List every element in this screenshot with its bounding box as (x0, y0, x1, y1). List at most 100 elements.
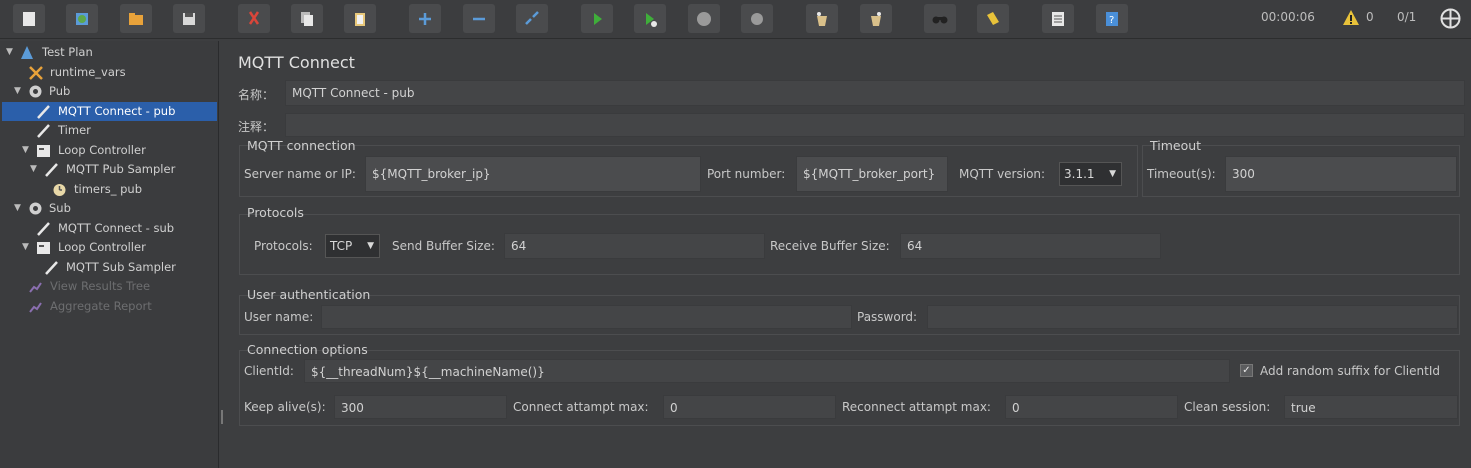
listener-chart-icon (29, 302, 42, 313)
server-field[interactable]: ${MQTT_broker_ip} (365, 156, 701, 192)
remote-globe-icon[interactable] (1440, 8, 1461, 29)
connection-options-title: Connection options (247, 342, 368, 357)
elapsed-time: 00:00:06 (1261, 10, 1315, 24)
reconnect-attempt-max-field[interactable]: 0 (1005, 395, 1178, 419)
clean-session-field[interactable]: true (1284, 395, 1458, 419)
chevron-down-icon: ▼ (367, 241, 374, 251)
tree-node-sub[interactable]: ▼ Sub (0, 199, 218, 218)
password-label: Password: (857, 310, 918, 324)
save-button[interactable] (173, 4, 205, 33)
tree-node-runtime-vars[interactable]: runtime_vars (0, 63, 218, 82)
tree-node-test-plan[interactable]: ▼ Test Plan (0, 43, 218, 62)
clientid-label: ClientId: (244, 364, 294, 378)
search-button[interactable] (924, 4, 956, 33)
open-button[interactable] (120, 4, 152, 33)
clean-session-label: Clean session: (1184, 400, 1271, 414)
reset-search-icon (987, 11, 999, 25)
toggle-button[interactable] (516, 4, 548, 33)
sampler-pen-icon (45, 163, 58, 177)
paste-button[interactable] (344, 4, 376, 33)
tree-node-mqtt-sub-sampler[interactable]: MQTT Sub Sampler (0, 258, 218, 277)
expand-arrow-icon[interactable]: ▼ (14, 82, 21, 101)
warning-icon[interactable] (1342, 9, 1360, 26)
keepalive-field[interactable]: 300 (334, 395, 507, 419)
clear-all-button[interactable] (860, 4, 892, 33)
tree-node-loop-controller-2[interactable]: ▼ Loop Controller (0, 238, 218, 257)
shutdown-button[interactable] (741, 4, 773, 33)
mqtt-connect-panel: MQTT Connect 名称： MQTT Connect - pub 注释： … (222, 41, 1471, 468)
timeout-field[interactable]: 300 (1225, 156, 1457, 192)
shutdown-icon (751, 12, 763, 25)
reset-search-button[interactable] (977, 4, 1009, 33)
clientid-field[interactable]: ${__threadNum}${__machineName()} (304, 359, 1230, 383)
tree-node-pub[interactable]: ▼ Pub (0, 82, 218, 101)
reconnect-attempt-max-label: Reconnect attampt max: (842, 400, 991, 414)
username-label: User name: (244, 310, 314, 324)
cut-button[interactable] (238, 4, 270, 33)
tree-node-timer[interactable]: Timer (0, 121, 218, 140)
search-icon (932, 16, 948, 23)
start-button[interactable] (581, 4, 613, 33)
expand-arrow-icon[interactable]: ▼ (22, 141, 29, 160)
copy-icon (301, 11, 313, 26)
protocols-title: Protocols (247, 205, 304, 220)
page-title: MQTT Connect (238, 53, 355, 72)
receive-buffer-field[interactable]: 64 (900, 233, 1161, 259)
test-plan-icon (21, 46, 33, 59)
tree-node-mqtt-connect-pub[interactable]: MQTT Connect - pub (2, 102, 217, 121)
thread-count: 0/1 (1397, 10, 1417, 24)
clear-all-icon (871, 11, 881, 26)
tree-node-aggregate-report[interactable]: Aggregate Report (0, 297, 218, 316)
start-no-pauses-button[interactable] (634, 4, 666, 33)
server-label: Server name or IP: (244, 167, 356, 181)
svg-text:?: ? (1109, 15, 1114, 26)
help-button[interactable]: ? (1096, 4, 1128, 33)
name-label: 名称： (238, 88, 275, 102)
templates-icon (76, 12, 88, 25)
clear-button[interactable] (806, 4, 838, 33)
expand-arrow-icon[interactable]: ▼ (22, 238, 29, 257)
collapse-button[interactable] (463, 4, 495, 33)
templates-button[interactable] (66, 4, 98, 33)
thread-group-gear-icon (29, 85, 42, 98)
sampler-pen-icon (45, 261, 58, 275)
name-field[interactable]: MQTT Connect - pub (285, 80, 1465, 106)
comment-field[interactable] (285, 113, 1465, 137)
keepalive-label: Keep alive(s): (244, 400, 326, 414)
tree-node-view-results-tree[interactable]: View Results Tree (0, 277, 218, 296)
controller-icon (37, 145, 50, 157)
connect-attempt-max-field[interactable]: 0 (663, 395, 836, 419)
send-buffer-field[interactable]: 64 (504, 233, 765, 259)
password-field[interactable] (927, 305, 1458, 329)
expand-button[interactable] (409, 4, 441, 33)
protocols-select[interactable]: TCP ▼ (325, 234, 380, 258)
stop-button[interactable] (688, 4, 720, 33)
user-auth-title: User authentication (247, 287, 371, 302)
thread-group-gear-icon (29, 202, 42, 215)
random-suffix-checkbox[interactable]: ✓ (1240, 364, 1253, 377)
tree-node-mqtt-connect-sub[interactable]: MQTT Connect - sub (0, 219, 218, 238)
username-field[interactable] (321, 305, 852, 329)
timer-clock-icon (53, 184, 66, 196)
new-button[interactable] (13, 4, 45, 33)
function-helper-button[interactable] (1042, 4, 1074, 33)
expand-arrow-icon[interactable]: ▼ (30, 160, 37, 179)
expand-arrow-icon[interactable]: ▼ (6, 43, 13, 62)
mqtt-version-select[interactable]: 3.1.1 ▼ (1059, 162, 1122, 186)
tree-node-timers-pub[interactable]: timers_ pub (0, 180, 218, 199)
comment-label: 注释： (238, 120, 275, 134)
tree-node-mqtt-pub-sampler[interactable]: ▼ MQTT Pub Sampler (0, 160, 218, 179)
tree-node-loop-controller[interactable]: ▼ Loop Controller (0, 141, 218, 160)
expand-arrow-icon[interactable]: ▼ (14, 199, 21, 218)
copy-button[interactable] (291, 4, 323, 33)
paste-icon (355, 12, 365, 26)
toggle-icon (525, 10, 539, 25)
sampler-pen-icon (37, 124, 50, 138)
send-buffer-label: Send Buffer Size: (392, 239, 495, 253)
start-no-pauses-icon (646, 12, 657, 27)
port-label: Port number: (707, 167, 786, 181)
collapse-icon (473, 17, 485, 20)
stop-icon (697, 11, 711, 26)
port-field[interactable]: ${MQTT_broker_port} (796, 156, 948, 192)
expand-icon (419, 12, 431, 25)
